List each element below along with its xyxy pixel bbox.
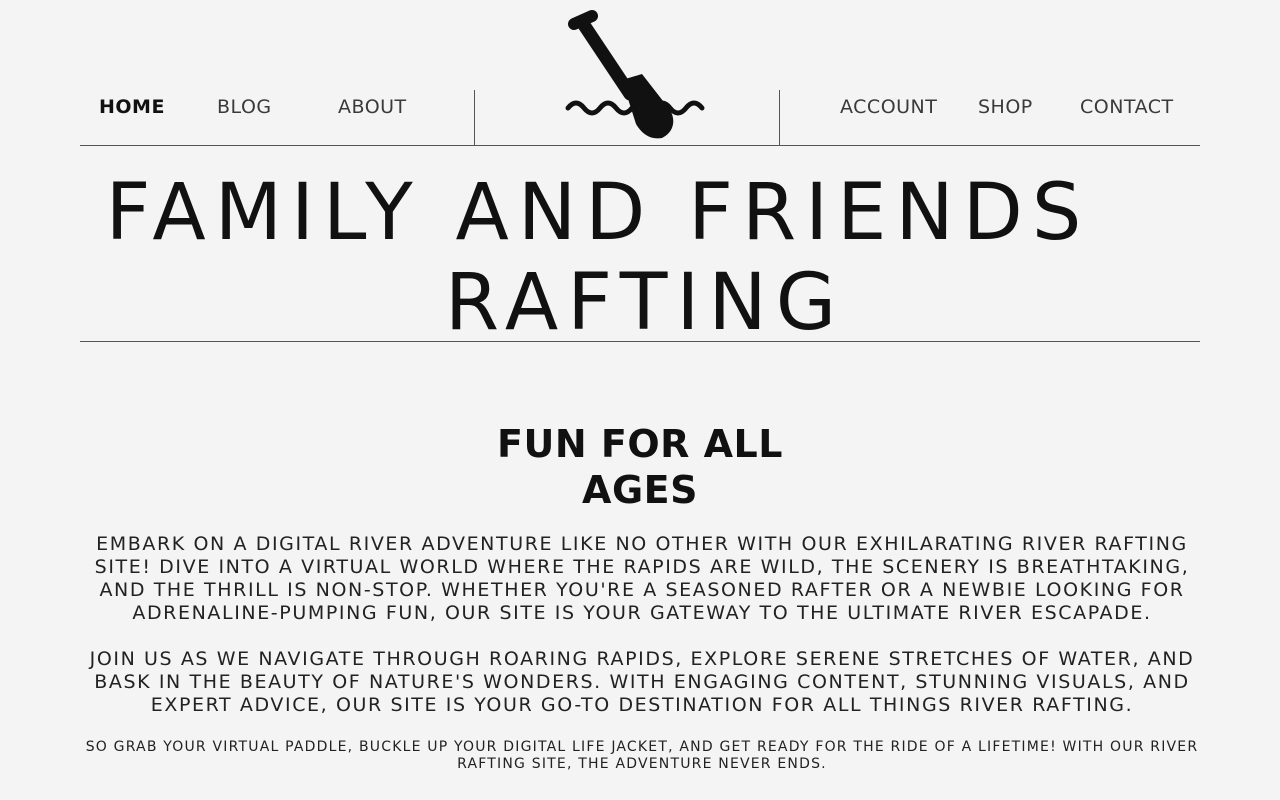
closing-paragraph: SO GRAB YOUR VIRTUAL PADDLE, BUCKLE UP Y… xyxy=(85,739,1199,772)
join-paragraph: JOIN US AS WE NAVIGATE THROUGH ROARING R… xyxy=(89,648,1195,716)
nav-contact-link[interactable]: CONTACT xyxy=(1080,96,1174,118)
nav-home-link[interactable]: HOME xyxy=(99,96,165,118)
section-heading-line2: AGES xyxy=(582,468,698,512)
nav-about-link[interactable]: ABOUT xyxy=(338,96,407,118)
page: HOME BLOG ABOUT ACCOUNT SHOP CONTACT FAM… xyxy=(0,0,1280,800)
nav-blog-link[interactable]: BLOG xyxy=(217,96,272,118)
section-heading-line1: FUN FOR ALL xyxy=(497,422,783,466)
header-rule xyxy=(80,145,1200,146)
hero-title-line2: RAFTING xyxy=(444,258,846,348)
nav-divider-right xyxy=(779,90,780,146)
paddle-waves-icon[interactable] xyxy=(562,8,706,144)
hero-title-line1: FAMILY AND FRIENDS xyxy=(105,168,1091,258)
nav-shop-link[interactable]: SHOP xyxy=(978,96,1033,118)
section-heading: FUN FOR ALL AGES xyxy=(0,421,1280,513)
nav-account-link[interactable]: ACCOUNT xyxy=(840,96,937,118)
intro-paragraph: EMBARK ON A DIGITAL RIVER ADVENTURE LIKE… xyxy=(94,533,1190,624)
hero-rule xyxy=(80,341,1200,342)
nav-divider-left xyxy=(474,90,475,146)
